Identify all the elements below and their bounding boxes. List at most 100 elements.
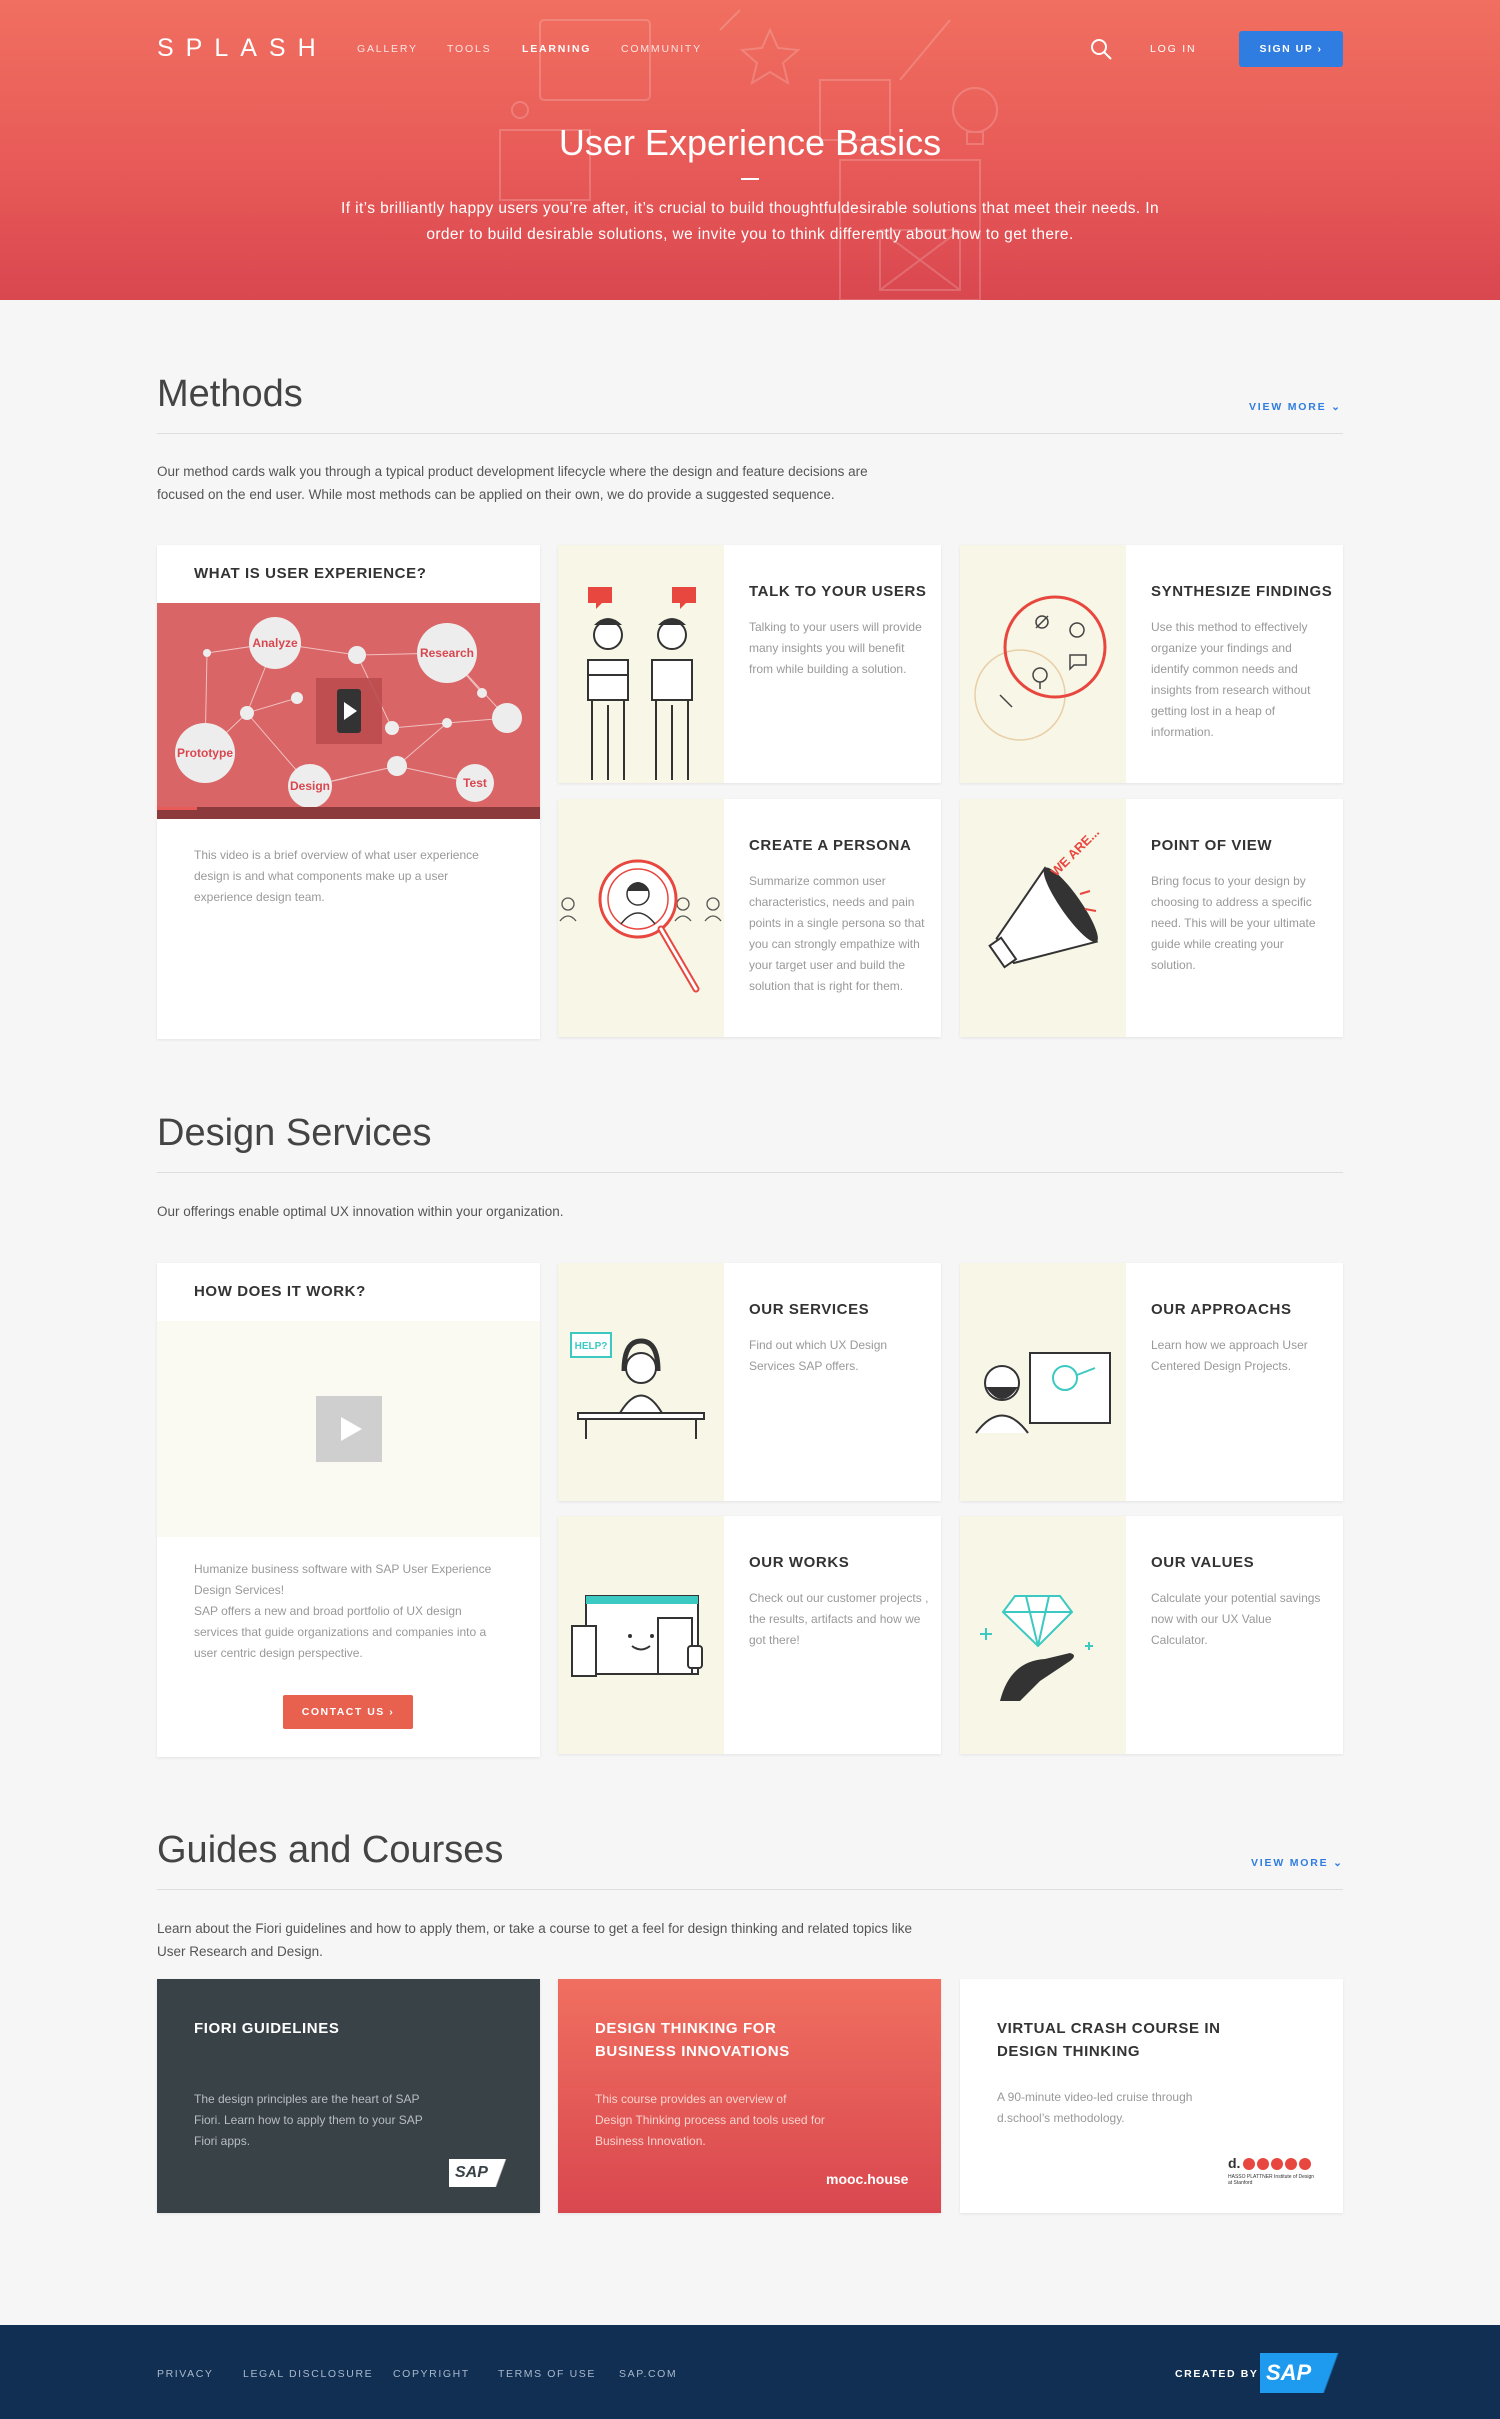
card-description: Talking to your users will provide many … [749,620,922,676]
footer: PRIVACY LEGAL DISCLOSURE COPYRIGHT TERMS… [0,2325,1500,2419]
splash-logo[interactable]: SPLASH [157,34,328,63]
card-title: VIRTUAL CRASH COURSE IN DESIGN THINKING [997,2020,1221,2060]
footer-link-privacy[interactable]: PRIVACY [157,2368,214,2380]
hero-banner: SPLASH GALLERY TOOLS LEARNING COMMUNITY … [0,0,1500,300]
chevron-right-icon: › [1317,43,1323,55]
findings-circle-icon [974,595,1107,741]
guides-description: Learn about the Fiori guidelines and how… [157,1921,912,1959]
card-title: OUR APPROACHS [1151,1301,1292,1318]
illustration-panel [960,1516,1126,1754]
footer-link-legal-disclosure[interactable]: LEGAL DISCLOSURE [243,2368,373,2380]
method-card-point-of-view[interactable]: WE ARE... POINT OF VIEW Bring focus to y… [960,799,1343,1037]
devices-icon [571,1595,703,1677]
video-card-how-it-works[interactable]: HOW DOES IT WORK? Humanize business soft… [157,1263,540,1757]
view-more-label: VIEW MORE [1249,401,1327,413]
video-card-description: Humanize business software with SAP User… [194,1562,492,1660]
video-play-button[interactable] [316,1396,382,1462]
card-description: Calculate your potential savings now wit… [1151,1591,1321,1647]
card-description: The design principles are the heart of S… [194,2092,423,2148]
signup-label: SIGN UP [1259,43,1314,55]
node-label-test: Test [463,776,487,790]
sap-logo: SAP [449,2159,511,2187]
contact-us-button[interactable]: CONTACT US › [283,1695,413,1729]
page-subtitle: If it’s brilliantly happy users you’re a… [340,200,1160,243]
ux-video-player[interactable]: Analyze Research Prototype Design Test [157,603,540,819]
card-title: FIORI GUIDELINES [194,2020,340,2037]
card-title: POINT OF VIEW [1151,837,1273,854]
signup-button[interactable]: SIGN UP › [1239,31,1343,67]
node-label-design: Design [290,779,330,793]
card-description: Find out which UX Design Services SAP of… [749,1338,888,1373]
card-description: Bring focus to your design by choosing t… [1151,874,1316,972]
dschool-subtitle: HASSO PLATTNER Institute of Design at St… [1228,2174,1315,2186]
guide-card-fiori-guidelines[interactable]: FIORI GUIDELINES The design principles a… [157,1979,540,2213]
sap-logo[interactable]: SAP [1260,2353,1342,2393]
illustration-panel [558,1516,724,1754]
mooc-house-logo: mooc.house [826,2171,909,2187]
card-description: Use this method to effectively organize … [1151,620,1311,739]
video-card-description: This video is a brief overview of what u… [194,848,479,904]
nav-community[interactable]: COMMUNITY [621,43,702,55]
chevron-right-icon: › [389,1706,395,1718]
illustration-panel [960,545,1126,783]
users-talking-icon [587,587,696,780]
nav-tools[interactable]: TOOLS [447,43,491,55]
service-card-our-works[interactable]: OUR WORKS Check out our customer project… [558,1516,941,1754]
design-services-description: Our offerings enable optimal UX innovati… [157,1204,564,1219]
node-label-prototype: Prototype [177,746,233,760]
contact-us-label: CONTACT US [301,1706,385,1718]
guide-card-design-thinking[interactable]: DESIGN THINKING FOR BUSINESS INNOVATIONS… [558,1979,941,2213]
method-card-talk-to-users[interactable]: TALK TO YOUR USERS Talking to your users… [558,545,941,783]
footer-link-terms[interactable]: TERMS OF USE [498,2368,596,2380]
service-card-our-approachs[interactable]: OUR APPROACHS Learn how we approach User… [960,1263,1343,1501]
method-card-create-persona[interactable]: CREATE A PERSONA Summarize common user c… [558,799,941,1037]
helpdesk-icon: HELP? [570,1332,705,1439]
illustration-panel: HELP? [558,1263,724,1501]
design-services-title: Design Services [157,1112,432,1154]
video-card-title: WHAT IS USER EXPERIENCE? [194,565,427,582]
card-description: A 90-minute video-led cruise through d.s… [997,2090,1193,2125]
nav-learning[interactable]: LEARNING [522,43,591,55]
guide-card-crash-course[interactable]: VIRTUAL CRASH COURSE IN DESIGN THINKING … [960,1979,1343,2213]
view-more-label: VIEW MORE [1251,1857,1329,1869]
nav-gallery[interactable]: GALLERY [357,43,418,55]
guides-view-more[interactable]: VIEW MORE ⌄ [1251,1857,1344,1869]
dschool-circles-icon [1243,2158,1311,2170]
card-title: TALK TO YOUR USERS [749,583,927,600]
card-title: OUR SERVICES [749,1301,870,1318]
card-title: OUR WORKS [749,1554,850,1571]
presenter-icon [975,1352,1111,1434]
methods-view-more[interactable]: VIEW MORE ⌄ [1249,401,1342,413]
methods-title: Methods [157,373,303,415]
illustration-panel [558,799,724,1037]
service-card-our-values[interactable]: OUR VALUES Calculate your potential savi… [960,1516,1343,1754]
chevron-down-icon: ⌄ [1331,401,1342,413]
node-label-analyze: Analyze [252,636,298,650]
search-icon[interactable] [1090,38,1112,60]
guides-divider [157,1889,1343,1890]
methods-description: Our method cards walk you through a typi… [157,464,868,502]
card-title: SYNTHESIZE FINDINGS [1151,583,1333,600]
card-description: This course provides an overview of Desi… [595,2092,825,2148]
service-card-our-services[interactable]: HELP? OUR SERVICES Find out which UX Des… [558,1263,941,1501]
login-link[interactable]: LOG IN [1150,43,1196,55]
footer-link-sap-com[interactable]: SAP.COM [619,2368,677,2380]
footer-link-copyright[interactable]: COPYRIGHT [393,2368,470,2380]
dschool-mark: d. [1228,2155,1241,2171]
card-description: Check out our customer projects , the re… [749,1591,929,1647]
help-bubble-text: HELP? [575,1341,608,1352]
methods-divider [157,433,1343,434]
illustration-panel [960,1263,1126,1501]
diamond-hand-icon [980,1595,1093,1701]
method-card-synthesize-findings[interactable]: SYNTHESIZE FINDINGS Use this method to e… [960,545,1343,783]
guides-title: Guides and Courses [157,1829,504,1871]
node-label-research: Research [420,646,474,660]
card-title: DESIGN THINKING FOR BUSINESS INNOVATIONS [595,2020,790,2060]
megaphone-icon: WE ARE... [988,824,1102,969]
page-title: User Experience Basics [558,122,942,163]
how-it-works-video[interactable] [157,1321,540,1537]
card-description: Summarize common user characteristics, n… [749,874,925,993]
video-card-title: HOW DOES IT WORK? [194,1283,366,1300]
play-icon [341,1417,362,1441]
video-card-user-experience[interactable]: WHAT IS USER EXPERIENCE? Analyze Researc… [157,545,540,1039]
